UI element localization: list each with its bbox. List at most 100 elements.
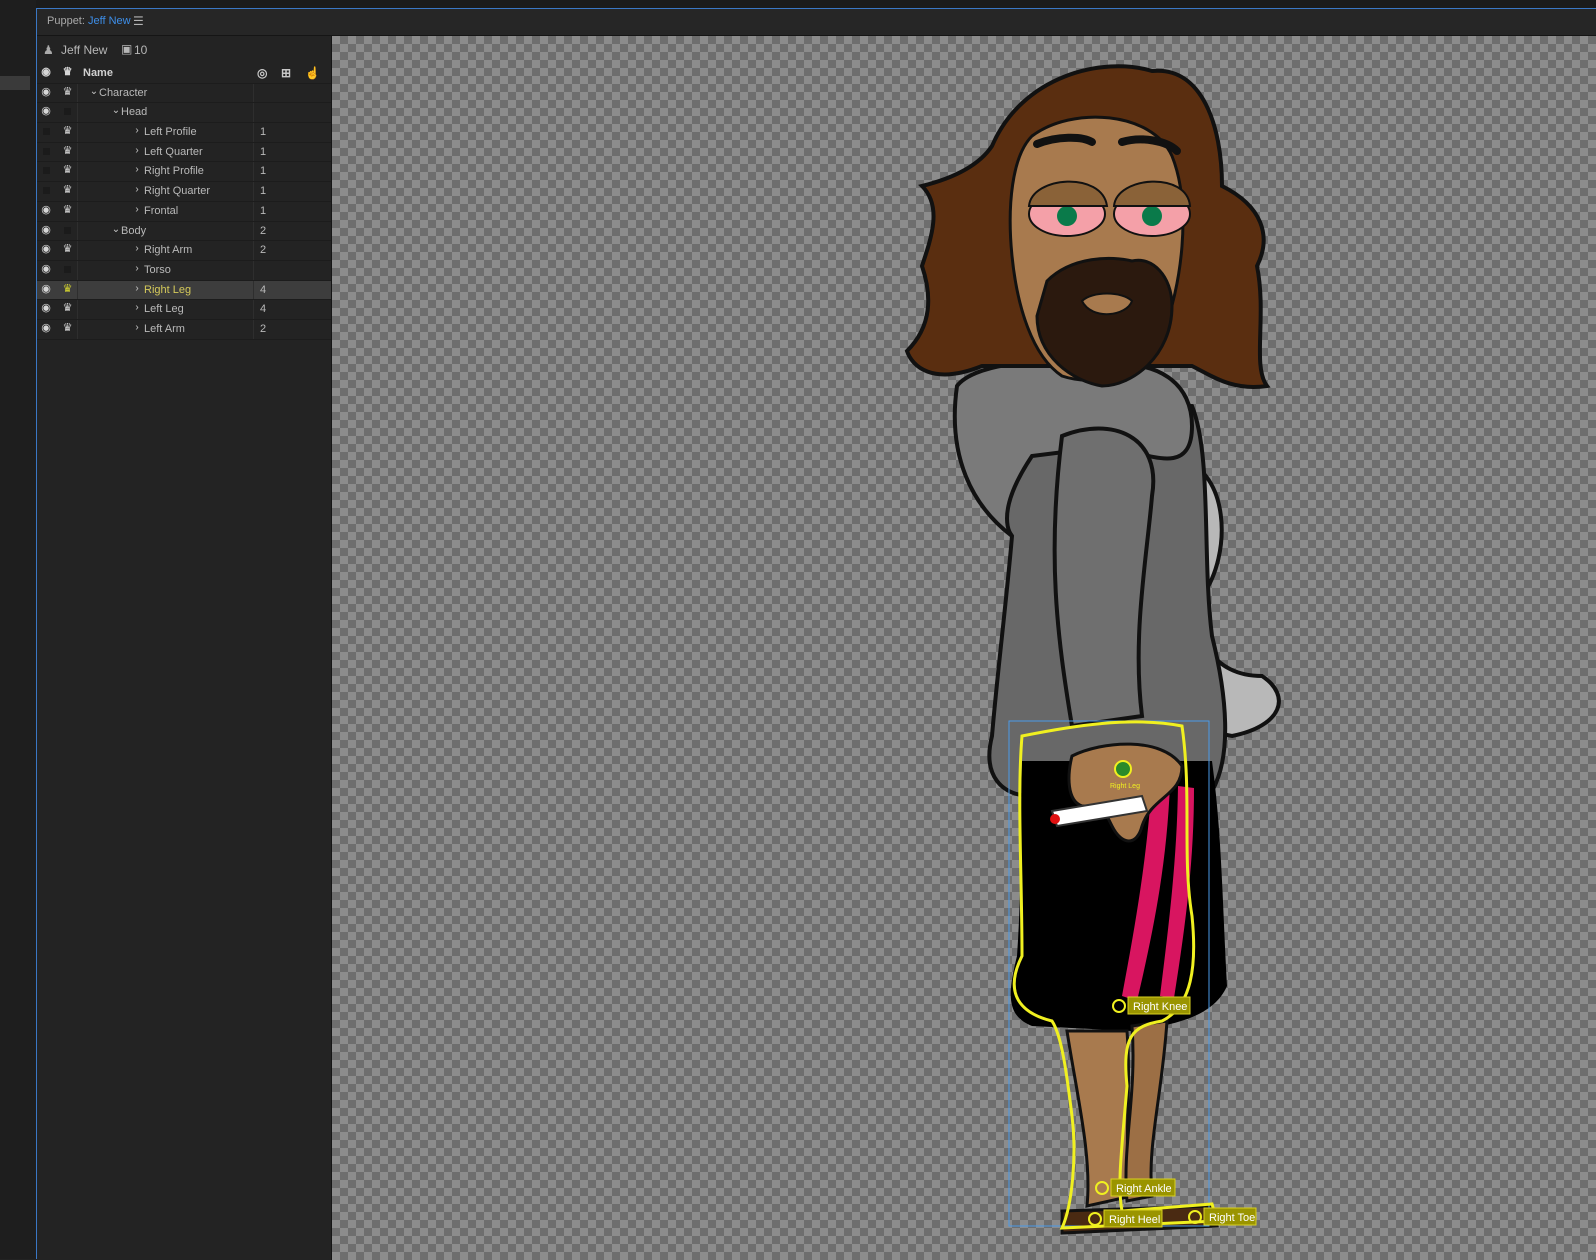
- left-leg-shin: [1124, 1019, 1169, 1203]
- layer-row[interactable]: ◉ ♛ ›Left Profile 1: [37, 123, 331, 143]
- chevron-right-icon[interactable]: ›: [132, 204, 142, 215]
- chevron-right-icon[interactable]: ›: [132, 125, 142, 136]
- crown-icon[interactable]: ♛: [61, 125, 74, 137]
- layer-label: Torso: [144, 263, 171, 276]
- eye-icon[interactable]: ◉: [40, 164, 52, 176]
- eye-icon[interactable]: ◉: [40, 184, 52, 196]
- layer-count: 1: [260, 204, 267, 217]
- puppet-name: Jeff New: [61, 43, 108, 57]
- crown-icon[interactable]: ♛: [61, 204, 74, 216]
- layer-row[interactable]: ◉ ♛ › Right Arm 2: [37, 241, 331, 261]
- layer-row[interactable]: ◉ ♛ ⌄ Character: [37, 83, 331, 104]
- crown-icon[interactable]: ♛: [61, 302, 74, 314]
- right-pupil: [1142, 206, 1162, 226]
- layer-label: Frontal: [144, 204, 179, 217]
- chevron-right-icon[interactable]: ›: [132, 184, 142, 195]
- eye-icon[interactable]: ◉: [40, 204, 52, 216]
- tree-header-row: ◉ ♛ Name ◎ ⊞ ☝: [37, 64, 331, 84]
- crown-icon[interactable]: ♛: [61, 145, 74, 157]
- crown-icon[interactable]: ♛: [61, 86, 74, 98]
- layer-label: Left Quarter: [144, 145, 203, 158]
- layer-row[interactable]: ◉ ♛ ›Torso: [37, 260, 331, 281]
- eye-icon[interactable]: ◉: [40, 243, 52, 255]
- layer-row[interactable]: ◉ ♛ › Right Leg 4: [37, 280, 331, 301]
- layer-label: Left Leg: [144, 303, 184, 316]
- chevron-down-icon[interactable]: ⌄: [111, 105, 121, 116]
- layer-label: Right Profile: [144, 165, 204, 178]
- left-pupil: [1057, 206, 1077, 226]
- chevron-right-icon[interactable]: ›: [132, 145, 142, 156]
- layer-label: Character: [99, 86, 148, 99]
- panel-title[interactable]: Puppet: Jeff New: [47, 15, 131, 27]
- panel-title-name: Jeff New: [87, 15, 131, 27]
- crown-icon[interactable]: ♛: [61, 164, 74, 176]
- eye-icon[interactable]: ◉: [40, 263, 52, 275]
- layer-row[interactable]: ◉ ♛ ›Right Quarter 1: [37, 182, 331, 202]
- handle-tool-icon[interactable]: ☝: [305, 66, 329, 80]
- header-tool-icons: ◎ ⊞ ☝: [257, 66, 329, 80]
- layer-row[interactable]: ◉ ♛ › Left Arm 2: [37, 319, 331, 340]
- eye-icon[interactable]: ◉: [40, 302, 52, 314]
- layer-label: Left Profile: [144, 126, 197, 139]
- layer-count: 1: [260, 185, 267, 198]
- tag-icon[interactable]: ⊞: [281, 66, 305, 80]
- chevron-right-icon[interactable]: ›: [132, 243, 142, 254]
- eye-icon[interactable]: ◉: [40, 322, 52, 334]
- heel-handle-label: Right Heel: [1109, 1214, 1160, 1226]
- left-dock-strip: [0, 0, 36, 1259]
- panel-header: Puppet: Jeff New ☰: [37, 9, 1596, 36]
- layer-row[interactable]: ◉ ♛ ›Right Profile 1: [37, 162, 331, 183]
- layer-row[interactable]: ◉ ♛ › Left Leg 4: [37, 300, 331, 320]
- layer-count: 2: [260, 322, 267, 335]
- layer-label: Body: [121, 224, 147, 237]
- chevron-right-icon[interactable]: ›: [132, 164, 142, 175]
- layer-row[interactable]: ◉ ♛ ›Left Quarter 1: [37, 142, 331, 163]
- chevron-right-icon[interactable]: ›: [132, 302, 142, 313]
- puppet-canvas[interactable]: Right Leg Right Knee Right Ankle Right H…: [332, 36, 1596, 1260]
- layer-label: Left Arm: [144, 322, 185, 335]
- layer-row[interactable]: ◉ ♛ ⌄Head: [37, 103, 331, 124]
- front-arm-sleeve: [1052, 426, 1156, 729]
- eye-icon[interactable]: ◉: [40, 224, 52, 236]
- chevron-right-icon[interactable]: ›: [132, 322, 142, 333]
- layer-row[interactable]: ◉ ♛ › Frontal 1: [37, 201, 331, 222]
- chevron-down-icon[interactable]: ⌄: [111, 224, 121, 235]
- origin-handle-label: Right Leg: [1110, 783, 1140, 790]
- origin-handle-icon: [1114, 760, 1132, 778]
- scene-count-icon: ▣: [121, 42, 133, 56]
- crown-icon[interactable]: ♛: [61, 263, 74, 275]
- eye-icon[interactable]: ◉: [40, 283, 52, 295]
- joint-tip: [1050, 814, 1060, 824]
- layer-count: 1: [260, 126, 267, 139]
- eye-icon[interactable]: ◉: [40, 86, 52, 98]
- layer-label: Right Quarter: [144, 185, 211, 198]
- panel-title-prefix: Puppet:: [47, 15, 85, 27]
- eye-icon[interactable]: ◉: [40, 125, 52, 137]
- eye-icon[interactable]: ◉: [40, 145, 52, 157]
- eye-icon[interactable]: ◉: [40, 105, 52, 117]
- layer-count: 4: [260, 283, 267, 296]
- crown-icon[interactable]: ♛: [61, 283, 74, 295]
- layer-label: Right Arm: [144, 244, 193, 257]
- chevron-right-icon[interactable]: ›: [132, 263, 142, 274]
- layer-label: Head: [121, 106, 148, 119]
- app-top-bar: [0, 0, 1596, 8]
- hamburger-menu-icon[interactable]: ☰: [133, 14, 144, 28]
- origin-icon[interactable]: ◎: [257, 66, 281, 80]
- crown-icon[interactable]: ♛: [61, 66, 74, 78]
- toe-handle-label: Right Toe: [1209, 1212, 1255, 1224]
- chevron-right-icon[interactable]: ›: [132, 283, 142, 294]
- layer-row[interactable]: ◉ ♛ ⌄Body 2: [37, 221, 331, 242]
- layer-count: 4: [260, 303, 267, 316]
- layer-count: 1: [260, 145, 267, 158]
- crown-icon[interactable]: ♛: [61, 184, 74, 196]
- chevron-down-icon[interactable]: ⌄: [89, 86, 99, 97]
- crown-icon[interactable]: ♛: [61, 105, 74, 117]
- crown-icon[interactable]: ♛: [61, 243, 74, 255]
- eye-icon[interactable]: ◉: [40, 66, 52, 78]
- crown-icon[interactable]: ♛: [61, 322, 74, 334]
- crown-icon[interactable]: ♛: [61, 224, 74, 236]
- dock-tab[interactable]: [0, 76, 30, 90]
- name-column-header[interactable]: Name: [83, 67, 113, 79]
- puppet-panel: Puppet: Jeff New ☰ ♟ Jeff New ▣ 10 ◉ ♛ N…: [36, 8, 1596, 1260]
